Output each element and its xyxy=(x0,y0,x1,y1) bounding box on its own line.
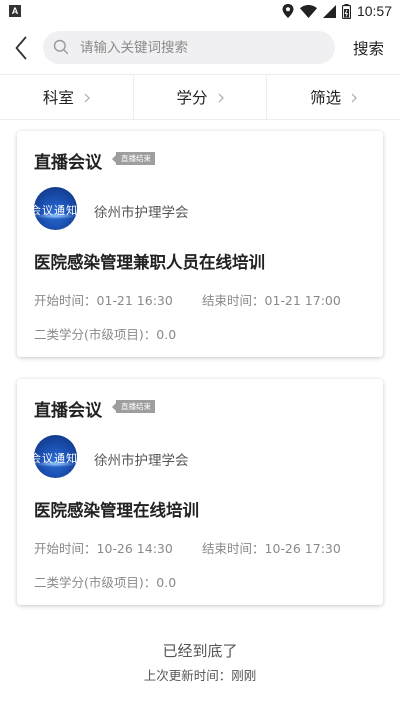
last-updated: 上次更新时间：刚刚 xyxy=(0,665,400,684)
chevron-right-icon xyxy=(218,93,224,102)
filter-credit[interactable]: 学分 xyxy=(132,75,267,119)
end-time: 结束时间：01-21 17:00 xyxy=(202,290,341,309)
filter-screen[interactable]: 筛选 xyxy=(266,75,400,119)
back-button[interactable] xyxy=(8,33,34,63)
signal-icon xyxy=(322,4,336,18)
end-time-value: 01-21 17:00 xyxy=(264,293,341,308)
filter-bar: 科室 学分 筛选 xyxy=(0,74,400,120)
back-arrow-icon xyxy=(15,36,27,60)
credit-value: 0.0 xyxy=(156,575,177,590)
credit-label: 二类学分(市级项目)： xyxy=(34,575,157,590)
status-badge: 直播结束 xyxy=(112,400,155,413)
meeting-card[interactable]: 直播会议 直播结束 会议通知 徐州市护理学会 医院感染管理兼职人员在线培训 开始… xyxy=(17,131,383,357)
status-icons: 10:57 xyxy=(282,2,392,20)
start-time-value: 01-21 16:30 xyxy=(96,293,173,308)
wifi-icon xyxy=(299,4,317,18)
end-time-label: 结束时间： xyxy=(202,293,265,308)
start-time-label: 开始时间： xyxy=(34,293,97,308)
start-time-label: 开始时间： xyxy=(34,541,97,556)
search-icon xyxy=(53,39,69,55)
notification-a-icon: A xyxy=(9,5,21,17)
status-bar: A 10:57 xyxy=(0,0,400,22)
avatar-text: 会议通知 xyxy=(34,204,77,217)
credit-info: 二类学分(市级项目)：0.0 xyxy=(34,572,176,591)
avatar-text: 会议通知 xyxy=(34,452,77,465)
card-title: 医院感染管理在线培训 xyxy=(34,501,199,520)
location-icon xyxy=(282,4,294,18)
filter-label: 学分 xyxy=(176,89,208,107)
search-input[interactable] xyxy=(80,31,325,64)
chevron-right-icon xyxy=(84,93,90,102)
card-title: 医院感染管理兼职人员在线培训 xyxy=(34,253,265,272)
list-end-text: 已经到底了 xyxy=(162,642,238,660)
search-header: 搜索 xyxy=(0,22,400,74)
end-time-value: 10-26 17:30 xyxy=(264,541,341,556)
meeting-card[interactable]: 直播会议 直播结束 会议通知 徐州市护理学会 医院感染管理在线培训 开始时间：1… xyxy=(17,379,383,605)
card-type-label: 直播会议 xyxy=(34,153,102,173)
credit-value: 0.0 xyxy=(156,327,177,342)
battery-icon xyxy=(341,3,351,19)
card-type-label: 直播会议 xyxy=(34,401,102,421)
status-time: 10:57 xyxy=(356,3,392,19)
last-updated-label: 上次更新时间： xyxy=(143,668,232,683)
org-avatar: 会议通知 xyxy=(34,187,77,230)
last-updated-value: 刚刚 xyxy=(231,668,257,683)
filter-label: 科室 xyxy=(42,89,74,107)
end-time-label: 结束时间： xyxy=(202,541,265,556)
start-time: 开始时间：01-21 16:30 xyxy=(34,290,173,309)
org-name: 徐州市护理学会 xyxy=(94,205,189,221)
filter-label: 筛选 xyxy=(310,89,342,107)
search-button[interactable]: 搜索 xyxy=(353,37,384,59)
status-badge: 直播结束 xyxy=(112,152,155,165)
end-time: 结束时间：10-26 17:30 xyxy=(202,538,341,557)
filter-department[interactable]: 科室 xyxy=(0,75,133,119)
org-avatar: 会议通知 xyxy=(34,435,77,478)
chevron-right-icon xyxy=(351,93,358,102)
credit-info: 二类学分(市级项目)：0.0 xyxy=(34,324,176,343)
start-time-value: 10-26 14:30 xyxy=(96,541,173,556)
search-box[interactable] xyxy=(43,31,335,64)
start-time: 开始时间：10-26 14:30 xyxy=(34,538,173,557)
org-name: 徐州市护理学会 xyxy=(94,453,189,469)
credit-label: 二类学分(市级项目)： xyxy=(34,327,157,342)
